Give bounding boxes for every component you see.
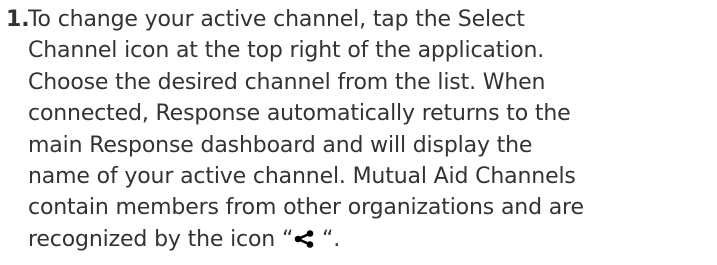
text-line: name of your active channel. Mutual Aid … [28, 164, 576, 190]
text-line: contain members from other organizations… [28, 195, 584, 221]
instruction-step: 1. To change your active channel, tap th… [6, 4, 712, 255]
step-text: To change your active channel, tap the S… [28, 4, 712, 255]
share-icon [293, 226, 315, 248]
text-line: main Response dashboard and will display… [28, 132, 533, 158]
text-line: To change your active channel, tap the S… [28, 7, 525, 32]
text-before-icon: recognized by the icon “ [28, 226, 294, 252]
text-line: Choose the desired channel from the list… [28, 69, 546, 95]
text-line: connected, Response automatically return… [28, 101, 571, 127]
text-line-last: recognized by the icon “ “. [28, 224, 712, 255]
text-line: Channel icon at the top right of the app… [28, 38, 545, 64]
step-number: 1. [6, 7, 30, 32]
text-after-icon: “. [315, 226, 341, 252]
